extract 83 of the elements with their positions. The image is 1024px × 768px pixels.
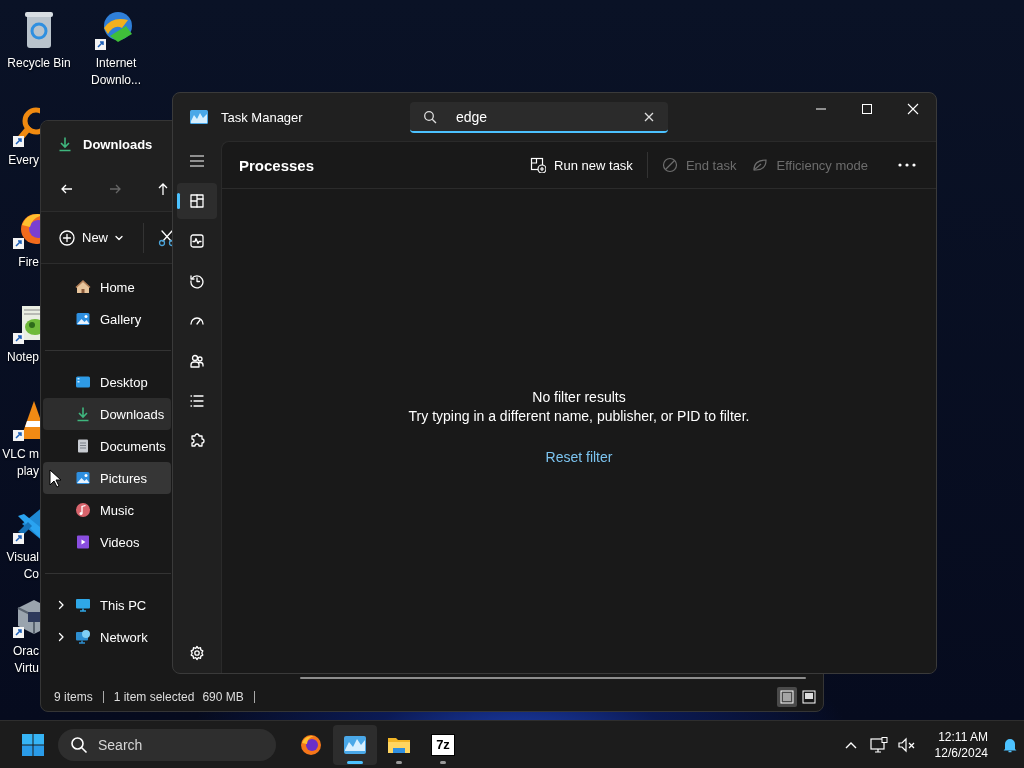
search-field[interactable]: edge	[410, 102, 668, 133]
download-icon	[57, 136, 73, 152]
chevron-right-icon[interactable]	[57, 632, 65, 642]
grid-icon	[189, 193, 205, 209]
icon-label: Downlo...	[91, 73, 141, 88]
leaf-icon	[752, 157, 769, 173]
empty-title: No filter results	[532, 388, 626, 407]
status-text: 9 items	[54, 690, 93, 704]
chevron-down-icon	[115, 233, 123, 242]
search-box[interactable]: Search	[58, 728, 276, 761]
icon-label: VLC m	[2, 447, 39, 462]
taskbar-button[interactable]	[333, 724, 377, 765]
reset-filter-link[interactable]: Reset filter	[539, 448, 619, 466]
nav-item[interactable]: Network	[43, 621, 171, 653]
details-view-icon	[779, 689, 795, 705]
settings-icon	[189, 645, 205, 661]
picture-icon	[75, 470, 91, 486]
search-icon	[70, 735, 88, 754]
icon-label: Virtu	[14, 661, 39, 676]
speaker-muted-icon[interactable]	[897, 736, 916, 753]
home-icon	[75, 279, 91, 295]
network-icon[interactable]	[869, 736, 888, 753]
document-icon	[75, 438, 91, 454]
icon-label: Orac	[13, 644, 39, 659]
nav-item[interactable]: Desktop	[43, 366, 171, 398]
music-icon	[75, 502, 91, 518]
nav-item[interactable]: This PC	[43, 589, 171, 621]
history-icon	[189, 273, 205, 289]
windows-icon	[22, 733, 44, 756]
nav-item[interactable]: Home	[43, 271, 171, 303]
new-button[interactable]: New	[53, 225, 129, 250]
taskbar-button[interactable]: 7z	[421, 724, 465, 765]
download-icon	[75, 406, 91, 422]
toolbar-button[interactable]: Run new task	[522, 151, 641, 179]
nav-item[interactable]: Pictures	[43, 462, 171, 494]
blocked-icon	[661, 157, 678, 173]
icon-label: play	[17, 464, 39, 479]
status-text: 690 MB	[202, 690, 244, 704]
nav-item[interactable]: Gallery	[43, 303, 171, 335]
cursor-icon	[49, 469, 61, 488]
nav-item[interactable]: Music	[43, 494, 171, 526]
more-icon	[898, 163, 916, 167]
nav-item[interactable]: Videos	[43, 526, 171, 558]
scrollbar[interactable]	[300, 677, 806, 679]
clock-date[interactable]: 12/6/2024	[934, 744, 988, 761]
nav-tab[interactable]	[177, 183, 217, 219]
users-icon	[189, 353, 205, 369]
run-task-icon	[530, 157, 547, 173]
gallery-icon	[75, 311, 91, 327]
video-icon	[75, 534, 91, 550]
network-icon	[75, 629, 91, 645]
desktop-icon	[75, 374, 91, 390]
window-title: Task Manager	[221, 109, 303, 125]
puzzle-icon	[189, 433, 205, 449]
nav-item[interactable]: Downloads	[43, 398, 171, 430]
icon-label: Fire	[18, 255, 39, 270]
clock-time[interactable]: 12:11 AM	[938, 728, 988, 745]
nav-item[interactable]: Documents	[43, 430, 171, 462]
icon-label: Every	[8, 153, 39, 168]
menu-icon	[189, 154, 205, 168]
bell-icon[interactable]	[1002, 736, 1018, 753]
monitor-icon	[75, 597, 91, 613]
icon-label: Co	[23, 567, 39, 582]
icon-label: Recycle Bin	[7, 56, 71, 71]
tiles-view-icon	[801, 689, 817, 705]
status-text: 1 item selected	[113, 690, 195, 704]
plus-circle-icon	[59, 229, 75, 246]
icon-label: Visual	[6, 550, 39, 565]
window-title: Downloads	[83, 136, 153, 152]
list-icon	[189, 393, 205, 409]
page-title: Processes	[239, 156, 315, 174]
view-button[interactable]	[799, 687, 819, 707]
pulse-icon	[189, 233, 205, 249]
icon-label: Notep	[6, 350, 39, 365]
chevron-up-icon[interactable]	[844, 740, 857, 749]
chart-icon	[190, 110, 208, 124]
chevron-right-icon[interactable]	[57, 600, 65, 610]
icon-label: Internet	[95, 56, 137, 71]
close-icon[interactable]	[644, 112, 654, 122]
maximize-icon[interactable]	[861, 103, 873, 115]
search-icon	[423, 110, 437, 124]
empty-message: Try typing in a different name, publisher, or PID to filter.	[408, 407, 750, 426]
browser-icon	[299, 732, 323, 757]
